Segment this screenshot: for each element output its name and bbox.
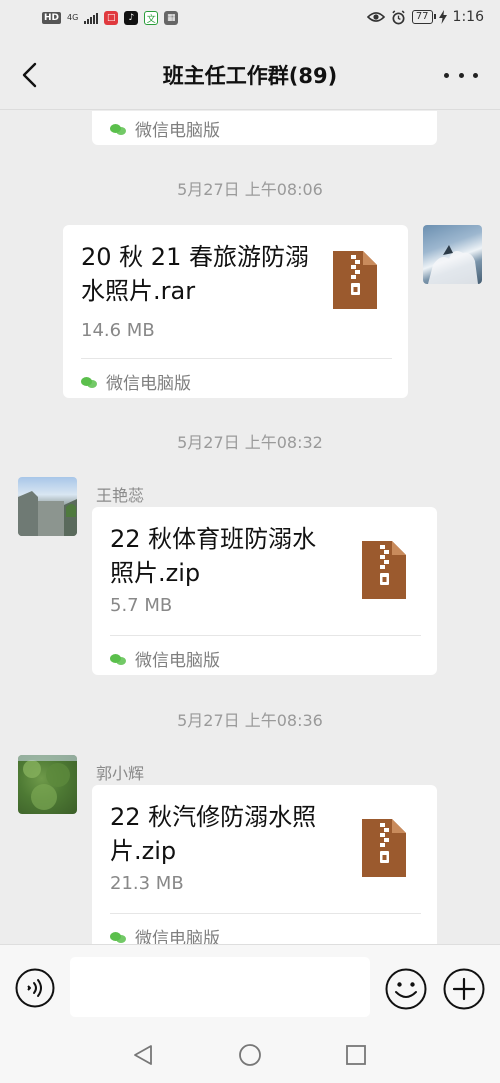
input-bar [0, 944, 500, 1026]
avatar-sender[interactable] [18, 477, 77, 536]
emoji-icon[interactable] [385, 968, 427, 1010]
app-notification-icon: □ [104, 11, 119, 25]
file-archive-icon [362, 819, 406, 877]
file-archive-icon [333, 251, 377, 309]
divider [81, 358, 392, 359]
message-source: 微信电脑版 [110, 924, 220, 944]
chat-header: 班主任工作群(89) [0, 40, 500, 110]
wechat-icon [81, 375, 98, 389]
source-label: 微信电脑版 [135, 929, 220, 944]
divider [110, 913, 421, 914]
gallery-icon: ▦ [164, 11, 179, 25]
alarm-icon [392, 9, 405, 24]
sender-name: 王艳蕊 [96, 486, 145, 505]
battery-icon: 77 [411, 10, 436, 24]
tiktok-icon: ♪ [124, 11, 139, 25]
hd-badge: HD [42, 12, 62, 24]
file-name: 20 秋 21 春旅游防溺水照片.rar [81, 243, 309, 305]
file-size: 21.3 MB [110, 873, 184, 894]
charging-icon [438, 10, 447, 24]
file-name: 22 秋体育班防溺水照片.zip [110, 525, 317, 587]
source-label: 微信电脑版 [135, 121, 220, 141]
translate-icon: 文 [144, 11, 159, 25]
timestamp: 5月27日 上午08:32 [177, 433, 323, 452]
source-label: 微信电脑版 [106, 374, 191, 394]
nav-recents-icon[interactable] [344, 1043, 368, 1067]
more-icon[interactable] [444, 60, 478, 90]
sender-name: 郭小辉 [96, 764, 145, 783]
file-message[interactable]: 22 秋汽修防溺水照片.zip 21.3 MB 微信电脑版 [92, 785, 437, 944]
message-source: 微信电脑版 [81, 369, 191, 394]
plus-icon[interactable] [443, 968, 485, 1010]
eye-icon [366, 12, 385, 22]
chat-title: 班主任工作群(89) [162, 64, 338, 88]
message-source: 微信电脑版 [110, 646, 220, 671]
status-bar: HD 4G □ ♪ 文 ▦ 77 1:16 [0, 0, 500, 40]
message-input[interactable] [70, 957, 370, 1017]
wechat-icon [110, 930, 127, 944]
message-source: 微信电脑版 [110, 116, 220, 141]
avatar-self[interactable] [423, 225, 482, 284]
file-archive-icon [362, 541, 406, 599]
file-name: 22 秋汽修防溺水照片.zip [110, 803, 317, 865]
timestamp: 5月27日 上午08:06 [177, 180, 323, 199]
file-message[interactable]: 20 秋 21 春旅游防溺水照片.rar 14.6 MB 微信电脑版 [63, 225, 408, 398]
wechat-icon [110, 122, 127, 136]
timestamp: 5月27日 上午08:36 [177, 711, 323, 730]
nav-back-icon[interactable] [131, 1043, 155, 1067]
system-nav-bar [0, 1026, 500, 1083]
voice-icon[interactable] [15, 968, 55, 1008]
status-left: HD 4G □ ♪ 文 ▦ [42, 11, 179, 25]
avatar-sender[interactable] [18, 755, 77, 814]
nav-home-icon[interactable] [238, 1043, 262, 1067]
message-list[interactable]: 微信电脑版 5月27日 上午08:06 20 秋 21 春旅游防溺水照片.rar… [0, 111, 500, 944]
file-size: 14.6 MB [81, 320, 155, 341]
file-size: 5.7 MB [110, 595, 173, 616]
file-message-partial[interactable]: 微信电脑版 [92, 111, 437, 145]
status-right: 77 1:16 [366, 9, 484, 25]
divider [110, 635, 421, 636]
source-label: 微信电脑版 [135, 651, 220, 671]
wechat-icon [110, 652, 127, 666]
clock: 1:16 [452, 9, 484, 25]
signal-icon [84, 12, 99, 24]
file-message[interactable]: 22 秋体育班防溺水照片.zip 5.7 MB 微信电脑版 [92, 507, 437, 675]
network-type: 4G [67, 13, 79, 22]
